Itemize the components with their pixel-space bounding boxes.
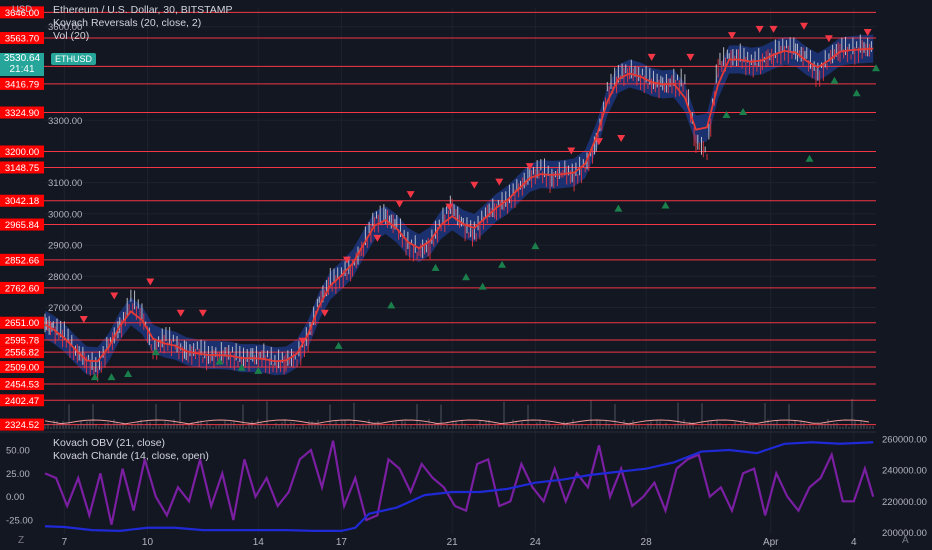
level-label: 2324.52 — [5, 420, 39, 431]
signal-markers — [79, 22, 880, 381]
buy-signal-marker — [478, 282, 487, 290]
sell-signal-marker — [406, 191, 415, 199]
time-tick-label: 21 — [447, 537, 459, 548]
buy-signal-marker — [830, 76, 839, 84]
time-tick-label: 17 — [336, 537, 348, 548]
price-line — [44, 47, 874, 363]
price-line-group — [44, 47, 874, 363]
buy-signal-marker — [387, 301, 396, 309]
sell-signal-marker — [470, 181, 479, 189]
time-tick-label: 24 — [530, 537, 542, 548]
legend-volume[interactable]: Vol (20) — [53, 30, 89, 42]
chart-canvas: 3646.003563.703473.003416.793324.903200.… — [0, 6, 927, 548]
level-label: 3416.79 — [5, 79, 39, 90]
buy-signal-marker — [498, 260, 507, 268]
level-label: 3148.75 — [5, 163, 39, 174]
buy-signal-marker — [739, 107, 748, 115]
timezone-button[interactable]: Z — [18, 535, 24, 546]
level-label: 2509.00 — [5, 363, 39, 374]
buy-signal-marker — [661, 201, 670, 209]
auto-scale-button[interactable]: A — [902, 535, 909, 546]
level-label: 3324.90 — [5, 108, 39, 119]
legend-chande[interactable]: Kovach Chande (14, close, open) — [53, 450, 209, 462]
chande-tick-label: -25.00 — [6, 516, 33, 527]
level-label: 2651.00 — [5, 318, 39, 329]
last-price-value: 3530.64 — [3, 53, 41, 64]
volume-ma-line — [44, 419, 870, 425]
legend-reversals[interactable]: Kovach Reversals (20, close, 2) — [53, 17, 201, 29]
candles-group — [44, 34, 872, 382]
price-tick-label: 2900.00 — [48, 241, 82, 252]
sell-signal-marker — [647, 53, 656, 61]
price-tick-label: 3300.00 — [48, 116, 82, 127]
sell-signal-marker — [198, 309, 207, 317]
time-tick-label: 4 — [851, 537, 857, 548]
sell-signal-marker — [79, 315, 88, 323]
sell-signal-marker — [110, 292, 119, 300]
time-tick-label: 28 — [641, 537, 653, 548]
level-label: 2595.78 — [5, 335, 39, 346]
legend-obv[interactable]: Kovach OBV (21, close) — [53, 437, 165, 449]
level-label: 3200.00 — [5, 147, 39, 158]
sell-signal-marker — [755, 25, 764, 33]
sell-signal-marker — [176, 309, 185, 317]
level-label: 2852.66 — [5, 255, 39, 266]
level-label: 2965.84 — [5, 220, 39, 231]
volatility-band — [45, 34, 874, 376]
price-tick-label: 2800.00 — [48, 272, 82, 283]
buy-signal-marker — [107, 373, 116, 381]
time-tick-label: Apr — [763, 537, 779, 548]
level-label: 2762.60 — [5, 283, 39, 294]
obv-tick-label: 220000.00 — [882, 497, 927, 508]
chande-tick-label: 0.00 — [6, 492, 25, 503]
buy-signal-marker — [431, 263, 440, 271]
band-area — [45, 34, 874, 376]
last-price-badge: 3530.64 21:41 — [0, 53, 44, 76]
sell-signal-marker — [617, 135, 626, 143]
time-tick-label: 10 — [142, 537, 154, 548]
buy-signal-marker — [872, 64, 880, 72]
time-tick-label: 14 — [253, 537, 265, 548]
level-label: 3563.70 — [5, 34, 39, 45]
obv-tick-label: 240000.00 — [882, 466, 927, 477]
obv-tick-label: 260000.00 — [882, 435, 927, 446]
buy-signal-marker — [614, 204, 623, 212]
price-tick-label: 3100.00 — [48, 178, 82, 189]
chart-title[interactable]: Ethereum / U.S. Dollar, 30, BITSTAMP — [53, 4, 233, 16]
ticker-badge[interactable]: ETHUSD — [51, 53, 97, 65]
time-tick-label: 7 — [62, 537, 68, 548]
bar-countdown: 21:41 — [9, 64, 35, 75]
price-tick-label: 2700.00 — [48, 303, 82, 314]
currency-label: USD — [12, 4, 33, 15]
sell-signal-marker — [395, 200, 404, 208]
axes-group: 2700.00 2800.00 2900.00 3000.00 3100.00 3300.… — [6, 22, 927, 548]
level-label: 2402.47 — [5, 396, 39, 407]
buy-signal-marker — [124, 369, 133, 377]
sell-signal-marker — [824, 35, 833, 43]
buy-signal-marker — [805, 154, 814, 162]
price-tick-label: 3000.00 — [48, 209, 82, 220]
level-label: 2454.53 — [5, 380, 39, 391]
level-label: 3042.18 — [5, 196, 39, 207]
sell-signal-marker — [686, 53, 695, 61]
level-label: 2556.82 — [5, 348, 39, 359]
chande-tick-label: 50.00 — [6, 446, 30, 457]
chande-tick-label: 25.00 — [6, 469, 30, 480]
